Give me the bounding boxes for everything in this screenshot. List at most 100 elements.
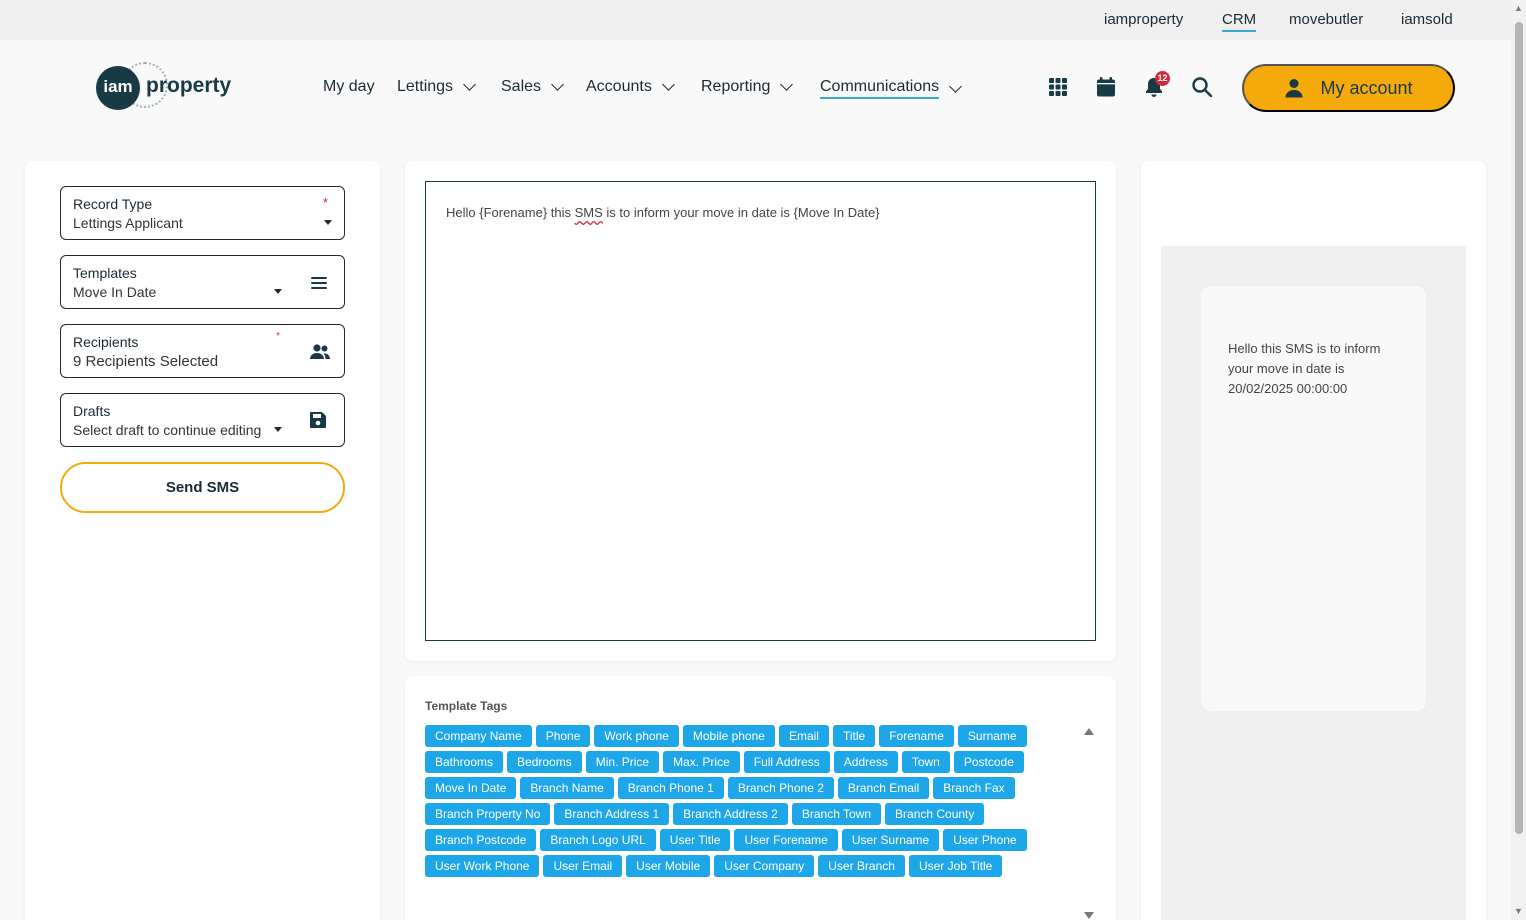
scroll-up-arrow-icon[interactable]: ▲ [1514,3,1523,13]
chevron-down-icon [949,79,963,93]
template-tag[interactable]: Branch Logo URL [540,829,656,851]
nav-accounts[interactable]: Accounts [586,78,675,96]
template-tag[interactable]: Bathrooms [425,751,504,773]
templates-value: Move In Date [73,284,157,300]
template-tag[interactable]: User Phone [943,829,1027,851]
product-link-iamproperty[interactable]: iamproperty [1104,11,1183,28]
scroll-up-arrow-icon[interactable] [1084,728,1094,735]
template-tag[interactable]: User Job Title [908,855,1003,877]
nav-sales[interactable]: Sales [501,78,564,96]
template-tag[interactable]: User Branch [818,855,905,877]
template-tag-row: Move In Date Branch Name Branch Phone 1 Bra… [425,777,1075,799]
users-group-icon[interactable] [309,342,330,362]
template-tag[interactable]: Branch Phone 1 [617,777,724,799]
page-scrollbar[interactable]: ▲ ▼ [1511,0,1526,920]
logo-wordmark: property [146,74,232,97]
record-type-select[interactable]: Record Type * Lettings Applicant [60,186,345,240]
template-tag[interactable]: User Company [714,855,815,877]
template-tag[interactable]: Min. Price [585,751,660,773]
spellcheck-flagged-word: SMS [574,205,603,220]
product-link-movebutler[interactable]: movebutler [1289,11,1363,28]
template-tag[interactable]: Phone [535,725,591,747]
recipients-field[interactable]: Recipients * 9 Recipients Selected [60,324,345,378]
template-tag[interactable]: Email [778,725,829,747]
template-tag[interactable]: User Work Phone [425,855,540,877]
nav-reporting[interactable]: Reporting [701,78,794,96]
send-sms-button[interactable]: Send SMS [60,462,345,513]
recipients-value: 9 Recipients Selected [73,353,219,370]
template-tag[interactable]: Branch County [885,803,985,825]
template-tag[interactable]: User Forename [734,829,838,851]
template-tag[interactable]: Branch Address 1 [554,803,670,825]
product-link-iamsold[interactable]: iamsold [1401,11,1453,28]
search-icon[interactable] [1191,76,1215,100]
list-menu-icon[interactable] [309,273,329,293]
template-tag[interactable]: Branch Postcode [425,829,537,851]
nav-my-day[interactable]: My day [323,78,375,96]
notification-count-badge: 12 [1155,71,1170,86]
nav-label: Accounts [586,78,652,95]
required-mark: * [276,331,280,342]
iamproperty-logo[interactable]: iam property [96,62,236,112]
template-tag[interactable]: User Surname [841,829,940,851]
template-tag[interactable]: Town [901,751,950,773]
template-tag[interactable]: Postcode [953,751,1024,773]
template-tag[interactable]: Max. Price [663,751,740,773]
product-link-crm[interactable]: CRM [1222,11,1257,32]
template-tag[interactable]: Company Name [425,725,532,747]
nav-lettings[interactable]: Lettings [397,78,476,96]
apps-grid-icon[interactable] [1047,76,1071,100]
my-account-label: My account [1320,77,1413,98]
calendar-icon[interactable] [1095,76,1119,100]
caret-down-icon [274,289,282,294]
caret-down-icon [324,220,332,225]
template-tag[interactable]: Move In Date [425,777,517,799]
chevron-down-icon [661,78,675,91]
scrollbar-thumb[interactable] [1515,22,1523,834]
template-tag-row: Branch Property No Branch Address 1 Branch… [425,803,1075,825]
template-tag[interactable]: Mobile phone [682,725,775,747]
template-tag[interactable]: User Email [543,855,623,877]
template-tag[interactable]: Branch Email [837,777,930,799]
caret-down-icon [274,427,282,432]
logo-mark: iam [96,66,140,110]
template-tag[interactable]: Branch Address 2 [673,803,788,825]
nav-label: Reporting [701,78,771,95]
template-tag[interactable]: User Title [659,829,731,851]
scroll-down-arrow-icon[interactable] [1084,912,1094,919]
recipients-label: Recipients [73,334,139,350]
template-tag[interactable]: Title [832,725,876,747]
template-tag[interactable]: Branch Fax [933,777,1015,799]
template-tag[interactable]: Full Address [743,751,830,773]
required-mark: * [323,195,329,210]
sms-preview-text: Hello this SMS is to inform your move in… [1228,341,1381,396]
my-account-button[interactable]: My account [1242,64,1455,112]
template-tag[interactable]: User Mobile [626,855,711,877]
template-tag[interactable]: Bedrooms [507,751,582,773]
templates-select[interactable]: Templates Move In Date [60,255,345,309]
template-tag[interactable]: Address [833,751,898,773]
nav-communications[interactable]: Communications [820,78,963,99]
save-draft-icon[interactable] [309,411,329,431]
sms-message-editor[interactable]: Hello {Forename} this SMS is to inform y… [425,181,1096,641]
drafts-select[interactable]: Drafts Select draft to continue editing [60,393,345,447]
template-tag[interactable]: Surname [957,725,1027,747]
sms-preview-bubble: Hello this SMS is to inform your move in… [1201,286,1426,711]
template-tag[interactable]: Work phone [594,725,679,747]
message-text-start: Hello {Forename} this [446,205,575,220]
nav-label: Communications [820,78,940,99]
template-tags-scrollbar[interactable] [1082,728,1096,920]
template-tags-title: Template Tags [425,699,508,713]
template-tag[interactable]: Branch Town [791,803,882,825]
scroll-down-arrow-icon[interactable]: ▼ [1514,906,1523,916]
chevron-down-icon [463,78,476,91]
record-type-label: Record Type [73,196,153,212]
template-tag[interactable]: Branch Phone 2 [727,777,834,799]
drafts-label: Drafts [73,403,111,419]
drafts-value: Select draft to continue editing [73,422,262,438]
message-text: Hello {Forename} this SMS is to inform y… [446,205,880,220]
templates-label: Templates [73,265,137,281]
template-tag[interactable]: Branch Property No [425,803,551,825]
template-tag[interactable]: Forename [879,725,954,747]
template-tag[interactable]: Branch Name [520,777,614,799]
